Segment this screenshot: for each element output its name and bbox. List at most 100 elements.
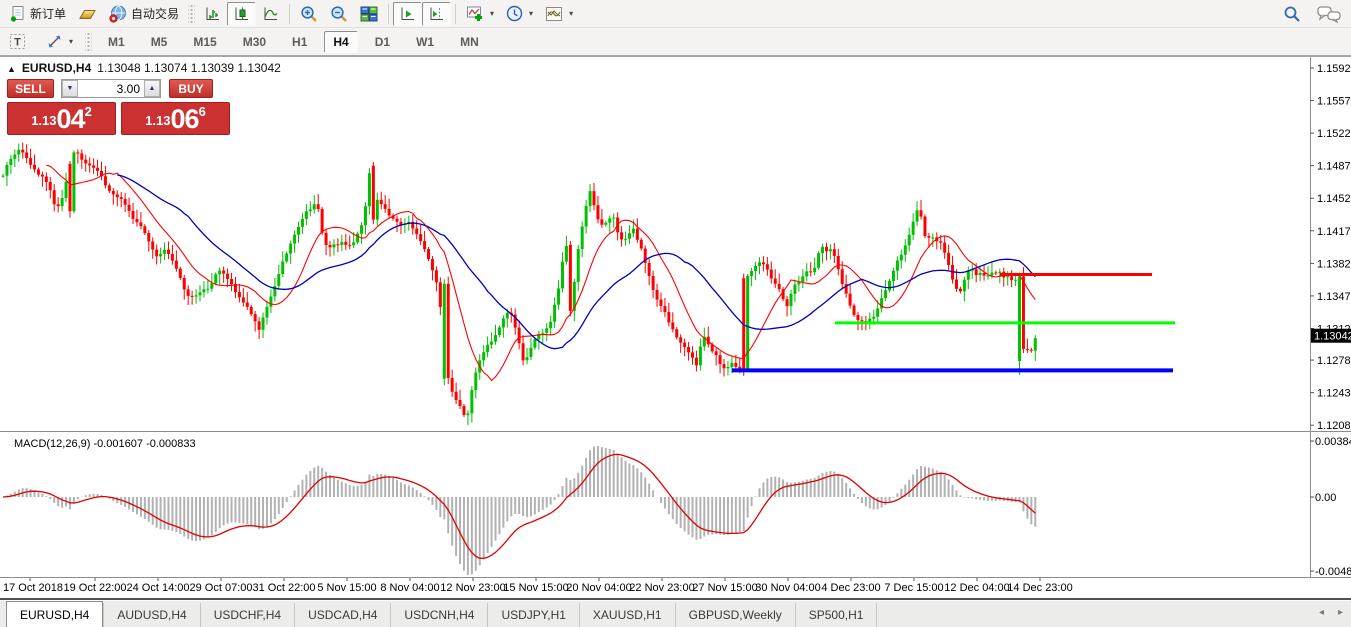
svg-text:12 Nov 23:00: 12 Nov 23:00 bbox=[440, 582, 505, 594]
new-order-icon bbox=[9, 5, 26, 22]
toolbar-separator bbox=[455, 4, 456, 24]
search-icon[interactable] bbox=[1283, 5, 1301, 23]
chat-icon[interactable] bbox=[1317, 5, 1341, 23]
volume-down-button[interactable]: ▼ bbox=[62, 80, 78, 97]
chevron-down-icon: ▾ bbox=[569, 9, 573, 18]
collapse-triangle-icon[interactable]: ▲ bbox=[7, 64, 16, 74]
macd-histogram bbox=[3, 446, 1035, 575]
one-click-trading-panel: ▲ EURUSD,H4 1.13048 1.13074 1.13039 1.13… bbox=[7, 61, 231, 135]
sell-button[interactable]: SELL bbox=[7, 79, 54, 98]
clock-icon bbox=[506, 5, 523, 22]
tab-scroll-arrows: ◂ ▸ bbox=[1319, 607, 1343, 618]
svg-text:1.15920: 1.15920 bbox=[1317, 63, 1351, 75]
candle-chart-icon bbox=[233, 6, 250, 22]
svg-text:24 Oct 14:00: 24 Oct 14:00 bbox=[127, 582, 190, 594]
svg-text:1.13042: 1.13042 bbox=[1314, 331, 1351, 343]
cursor-tool-button[interactable]: ▾ bbox=[40, 30, 79, 54]
timeframe-h4[interactable]: H4 bbox=[324, 31, 357, 53]
svg-text:19 Oct 22:00: 19 Oct 22:00 bbox=[64, 582, 127, 594]
main-chart-svg[interactable]: 1.159201.155701.152201.148701.145201.141… bbox=[0, 56, 1351, 598]
auto-scroll-icon bbox=[399, 6, 416, 22]
sell-price-sup: 2 bbox=[85, 105, 92, 118]
svg-text:1.12080: 1.12080 bbox=[1317, 420, 1351, 432]
text-tool-icon: T bbox=[9, 33, 26, 50]
svg-text:1.12780: 1.12780 bbox=[1317, 355, 1351, 367]
buy-button[interactable]: BUY bbox=[169, 79, 213, 98]
svg-text:1.13470: 1.13470 bbox=[1317, 291, 1351, 303]
zoom-in-button[interactable] bbox=[294, 2, 324, 26]
timeframe-m30[interactable]: M30 bbox=[234, 31, 275, 53]
chart-tab-usdcad[interactable]: USDCAD,H4 bbox=[295, 603, 391, 627]
timeframe-m5[interactable]: M5 bbox=[142, 31, 177, 53]
ma-12-line bbox=[46, 165, 1035, 380]
volume-input[interactable] bbox=[78, 80, 144, 97]
auto-trading-label: 自动交易 bbox=[131, 5, 179, 22]
chart-tab-usdcnh[interactable]: USDCNH,H4 bbox=[391, 603, 488, 627]
timeframe-m1[interactable]: M1 bbox=[99, 31, 134, 53]
svg-text:30 Nov 04:00: 30 Nov 04:00 bbox=[755, 582, 820, 594]
toolbar-separator bbox=[388, 4, 389, 24]
toolbar-grip bbox=[85, 32, 92, 52]
auto-trading-button[interactable]: 自动交易 bbox=[103, 2, 185, 26]
volume-stepper: ▼ ▲ bbox=[61, 79, 161, 98]
tab-scroll-right-icon[interactable]: ▸ bbox=[1338, 607, 1343, 618]
svg-text:1.14520: 1.14520 bbox=[1317, 193, 1351, 205]
periods-button[interactable]: ▾ bbox=[500, 2, 539, 26]
templates-button[interactable]: ▾ bbox=[539, 2, 579, 26]
timeframe-mn[interactable]: MN bbox=[451, 31, 488, 53]
tile-windows-button[interactable] bbox=[354, 2, 384, 26]
volume-up-button[interactable]: ▲ bbox=[144, 80, 160, 97]
new-order-label: 新订单 bbox=[30, 5, 66, 22]
svg-text:-0.004856: -0.004856 bbox=[1315, 566, 1351, 578]
timeframe-m15[interactable]: M15 bbox=[184, 31, 225, 53]
indicators-button[interactable]: ▾ bbox=[460, 2, 500, 26]
bar-chart-button[interactable] bbox=[198, 2, 227, 26]
buy-price-box[interactable]: 1.13066 bbox=[121, 102, 230, 135]
timeframe-w1[interactable]: W1 bbox=[407, 31, 443, 53]
chart-shift-icon bbox=[428, 6, 445, 22]
sell-price-box[interactable]: 1.13042 bbox=[7, 102, 116, 135]
text-tool-button[interactable]: T bbox=[3, 30, 32, 54]
svg-text:7 Dec 15:00: 7 Dec 15:00 bbox=[884, 582, 943, 594]
toolbar-right-icons bbox=[1283, 0, 1341, 28]
svg-text:12 Dec 04:00: 12 Dec 04:00 bbox=[944, 582, 1009, 594]
chart-tab-sp500[interactable]: SP500,H1 bbox=[796, 603, 878, 627]
zoom-in-icon bbox=[300, 5, 318, 23]
chart-tab-xauusd[interactable]: XAUUSD,H1 bbox=[580, 603, 676, 627]
chart-tab-usdjpy[interactable]: USDJPY,H1 bbox=[488, 603, 579, 627]
chart-shift-button[interactable] bbox=[422, 2, 451, 26]
svg-text:1.14170: 1.14170 bbox=[1317, 226, 1351, 238]
mt4-window: 新订单 自动交易 bbox=[0, 0, 1351, 627]
chart-tab-usdchf[interactable]: USDCHF,H4 bbox=[201, 603, 295, 627]
svg-text:1.13820: 1.13820 bbox=[1317, 258, 1351, 270]
line-chart-button[interactable] bbox=[256, 2, 285, 26]
ohlc-values: 1.13048 1.13074 1.13039 1.13042 bbox=[97, 61, 281, 75]
indicators-icon bbox=[466, 5, 484, 22]
chart-tab-gbpusd[interactable]: GBPUSD,Weekly bbox=[676, 603, 796, 627]
current-price-tag: 1.13042 bbox=[1311, 329, 1351, 343]
timeframe-h1[interactable]: H1 bbox=[283, 31, 316, 53]
svg-text:1.15570: 1.15570 bbox=[1317, 96, 1351, 108]
tab-scroll-left-icon[interactable]: ◂ bbox=[1319, 607, 1324, 618]
timeframe-d1[interactable]: D1 bbox=[366, 31, 399, 53]
toolbar-grip bbox=[188, 4, 195, 24]
svg-text:5 Nov 15:00: 5 Nov 15:00 bbox=[317, 582, 376, 594]
svg-text:20 Nov 04:00: 20 Nov 04:00 bbox=[566, 582, 631, 594]
zoom-out-button[interactable] bbox=[324, 2, 354, 26]
chart-tab-bar: EURUSD,H4AUDUSD,H4USDCHF,H4USDCAD,H4USDC… bbox=[0, 600, 1351, 627]
zoom-out-icon bbox=[330, 5, 348, 23]
price-axis-labels: 1.159201.155701.152201.148701.145201.141… bbox=[1310, 63, 1351, 432]
time-axis-labels: 17 Oct 201819 Oct 22:0024 Oct 14:0029 Oc… bbox=[3, 578, 1073, 594]
buy-price-sup: 6 bbox=[199, 105, 206, 118]
gold-button[interactable] bbox=[72, 2, 103, 26]
svg-text:15 Nov 15:00: 15 Nov 15:00 bbox=[503, 582, 568, 594]
svg-text:4 Dec 23:00: 4 Dec 23:00 bbox=[821, 582, 880, 594]
chart-tab-audusd[interactable]: AUDUSD,H4 bbox=[103, 603, 200, 627]
crosshair-arrows-icon bbox=[46, 33, 63, 50]
candle-chart-button[interactable] bbox=[227, 2, 256, 26]
new-order-button[interactable]: 新订单 bbox=[3, 2, 72, 26]
timeframe-list: M1 M5 M15 M30 H1 H4 D1 W1 MN bbox=[99, 31, 488, 53]
auto-scroll-button[interactable] bbox=[393, 2, 422, 26]
toolbar-separator bbox=[289, 4, 290, 24]
chart-tab-eurusd[interactable]: EURUSD,H4 bbox=[6, 601, 103, 627]
